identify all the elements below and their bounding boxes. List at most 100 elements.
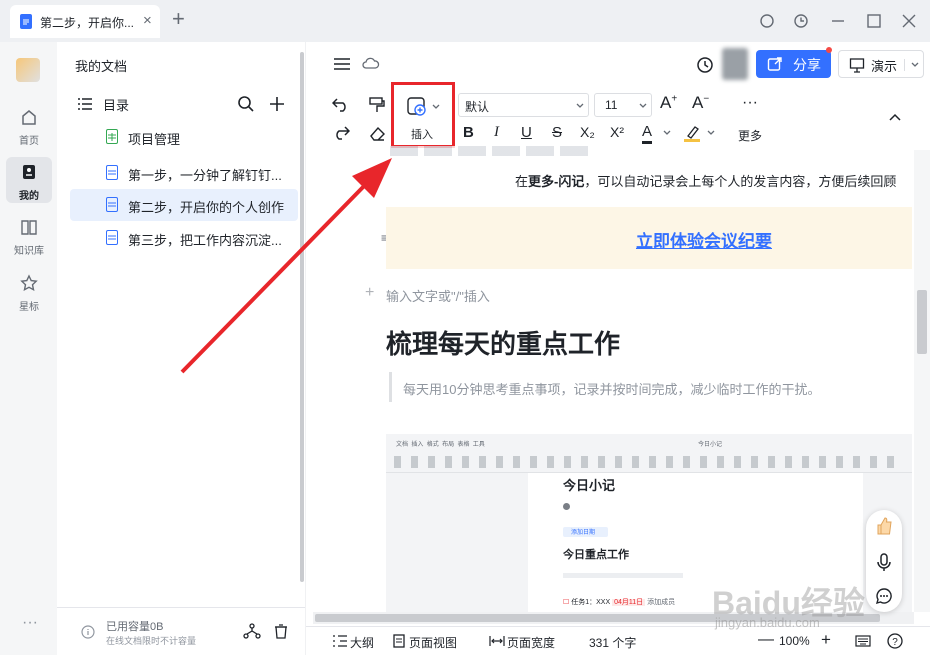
- doc-icon: [106, 165, 118, 180]
- sync-icon[interactable]: [759, 13, 775, 29]
- more-label[interactable]: 更多: [738, 127, 762, 144]
- star-icon: [20, 274, 38, 292]
- italic-button[interactable]: I: [494, 124, 499, 141]
- comment-icon[interactable]: [875, 587, 893, 605]
- embedded-menu-item: 插入: [411, 442, 424, 448]
- add-date-tag: 添加日期: [563, 527, 608, 537]
- minimize-icon[interactable]: [830, 13, 846, 29]
- zoom-in-icon[interactable]: +: [821, 630, 831, 650]
- embedded-task-date: 04月11日: [612, 599, 646, 606]
- doc-line: 在更多-闪记，可以自动记录会上每个人的发言内容，方便后续回顾: [515, 171, 896, 190]
- page-width-icon: [489, 634, 505, 648]
- notification-dot: [826, 47, 832, 53]
- zoom-level[interactable]: 100%: [779, 634, 810, 648]
- insert-button[interactable]: 插入: [396, 88, 450, 144]
- info-icon: [81, 625, 95, 639]
- page-view-button[interactable]: 页面视图: [409, 634, 457, 651]
- bold-button[interactable]: B: [463, 124, 474, 141]
- editor-scrollbar-track[interactable]: [914, 150, 930, 612]
- activity-icon[interactable]: [696, 56, 714, 74]
- storage-note: 在线文档限时不计容量: [106, 636, 197, 646]
- share-button[interactable]: 分享: [756, 50, 831, 78]
- avatar[interactable]: [722, 48, 748, 80]
- font-family-select[interactable]: 默认: [458, 93, 589, 117]
- rail-item-mine[interactable]: 我的: [6, 157, 52, 203]
- rail-label: 首页: [19, 136, 39, 147]
- left-rail: 首页 我的 知识库 星标 ···: [0, 42, 57, 655]
- chevron-down-icon: [910, 60, 920, 70]
- svg-text:?: ?: [892, 637, 898, 648]
- subscript-button[interactable]: X₂: [580, 124, 595, 140]
- embedded-task: 任务1：XXX: [571, 599, 611, 606]
- meeting-notes-link[interactable]: 立即体验会议纪要: [636, 227, 772, 252]
- recycle-bin-icon[interactable]: [272, 622, 290, 640]
- rail-item-star[interactable]: 星标: [6, 268, 52, 314]
- embedded-menu-item: 表格: [457, 442, 470, 448]
- page-width-button[interactable]: 页面宽度: [507, 634, 555, 651]
- add-doc-icon[interactable]: [268, 95, 286, 113]
- thumbs-up-icon[interactable]: [875, 516, 893, 536]
- embedded-center-title: 今日小记: [698, 442, 723, 448]
- divider: [904, 59, 905, 71]
- new-tab-icon[interactable]: +: [172, 6, 185, 32]
- collapse-toolbar-icon[interactable]: [888, 112, 902, 122]
- book-icon: [20, 218, 38, 236]
- page-view-icon: [392, 634, 406, 648]
- embedded-task-row: ☐ 任务1：XXX 04月11日 添加成员: [563, 599, 676, 606]
- font-decrease-icon[interactable]: A−: [692, 93, 709, 113]
- rail-label: 星标: [19, 302, 39, 313]
- embedded-menu: 文档 插入 格式 布局 表格 工具: [396, 439, 485, 448]
- font-increase-icon[interactable]: A+: [660, 93, 677, 113]
- embedded-menu-item: 工具: [472, 442, 485, 448]
- tree-item[interactable]: 项目管理: [70, 121, 298, 153]
- rail-item-home[interactable]: 首页: [6, 102, 52, 148]
- undo-icon[interactable]: [332, 96, 350, 112]
- embedded-menu-item: 格式: [426, 442, 439, 448]
- microphone-icon[interactable]: [875, 552, 893, 572]
- chevron-down-icon: [662, 128, 672, 138]
- present-icon: [849, 57, 865, 73]
- home-icon: [20, 108, 38, 126]
- close-window-icon[interactable]: [901, 13, 917, 29]
- font-family-value: 默认: [465, 100, 490, 114]
- doc-line-text: 在: [515, 174, 529, 189]
- avatar[interactable]: [16, 58, 40, 82]
- help-icon[interactable]: ?: [887, 633, 903, 649]
- highlight-icon[interactable]: [683, 123, 701, 143]
- share-network-icon[interactable]: [243, 622, 261, 640]
- format-painter-icon[interactable]: [368, 96, 386, 114]
- editor-scrollbar-thumb[interactable]: [917, 290, 927, 354]
- keyboard-icon[interactable]: [855, 634, 871, 648]
- doc-icon: [20, 14, 32, 29]
- outline-button[interactable]: 大纲: [350, 634, 374, 651]
- search-icon[interactable]: [237, 95, 255, 113]
- menu-icon[interactable]: [333, 56, 351, 72]
- superscript-button[interactable]: X²: [610, 124, 624, 140]
- present-label: 演示: [871, 59, 898, 74]
- document-tab[interactable]: 第二步，开启你... ×: [10, 5, 160, 38]
- floating-tools: [866, 510, 902, 612]
- eraser-icon[interactable]: [368, 124, 386, 142]
- word-count: 331 个字: [589, 636, 637, 650]
- zoom-out-icon[interactable]: —: [758, 631, 774, 649]
- callout-block: 立即体验会议纪要: [386, 207, 912, 269]
- more-icon[interactable]: ···: [742, 94, 758, 112]
- present-button[interactable]: 演示: [838, 50, 924, 78]
- font-size-select[interactable]: 11: [594, 93, 652, 117]
- font-color-button[interactable]: A: [642, 123, 653, 144]
- more-dots-icon[interactable]: ···: [22, 614, 38, 632]
- status-bar: 大纲 页面视图 页面宽度 331 个字 — 100% + ?: [306, 626, 930, 655]
- rail-label: 我的: [19, 191, 39, 202]
- rail-item-knowledge[interactable]: 知识库: [6, 212, 52, 258]
- underline-button[interactable]: U: [521, 124, 532, 141]
- maximize-icon[interactable]: [866, 13, 882, 29]
- strikethrough-button[interactable]: S: [552, 124, 562, 141]
- redo-icon[interactable]: [332, 124, 350, 140]
- rail-label: 知识库: [14, 246, 44, 257]
- toc-list-icon[interactable]: [77, 97, 93, 111]
- history-icon[interactable]: [793, 13, 809, 29]
- sheet-icon: [106, 129, 118, 144]
- chevron-down-icon: [431, 102, 441, 112]
- tab-close-icon[interactable]: ×: [143, 12, 152, 29]
- avatar: [563, 503, 570, 510]
